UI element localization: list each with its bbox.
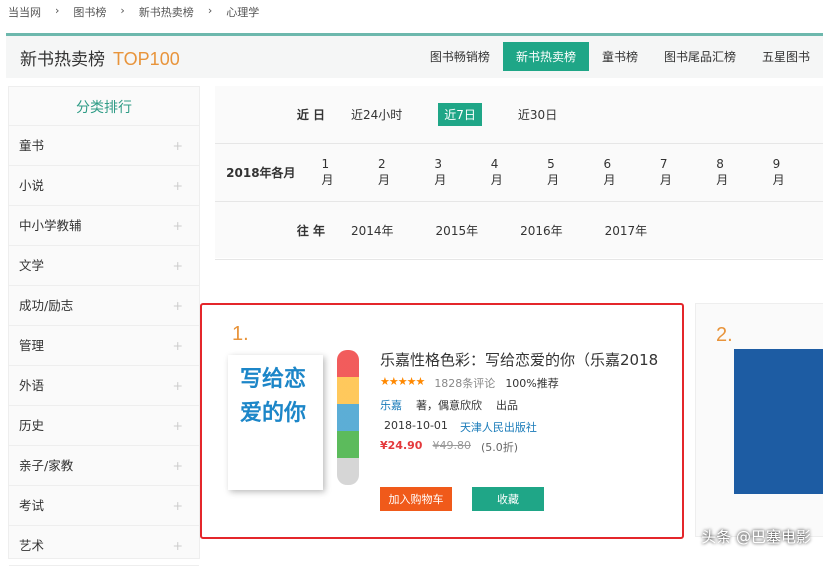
rank-number: 2. — [716, 324, 733, 346]
time-filter: 近 日 近24小时 近7日 近30日 2018年各月 1月 2月 3月 4月 5月 6月 7月 8月 9月… — [215, 86, 823, 260]
tab-new-hot[interactable]: 新书热卖榜 — [502, 42, 589, 71]
price: ¥24.90 — [380, 439, 423, 452]
plus-icon[interactable]: + — [173, 486, 183, 525]
page-title: 新书热卖榜 TOP100 — [20, 49, 180, 70]
book-cover[interactable]: 写给恋爱的你 — [228, 355, 323, 490]
crumb: 心理学 — [226, 6, 260, 19]
filter-option[interactable]: 2月 — [372, 154, 398, 191]
filter-option[interactable]: 近24小时 — [345, 103, 408, 126]
filter-option[interactable]: 5月 — [541, 154, 567, 191]
book-card-2[interactable]: 2. — [695, 303, 823, 537]
filter-option[interactable]: 1月 — [316, 154, 342, 191]
crumb[interactable]: 图书榜 — [73, 4, 106, 20]
tab-bestseller[interactable]: 图书畅销榜 — [417, 42, 503, 71]
filter-option[interactable]: 9月 — [767, 154, 793, 191]
sidebar-item[interactable]: 童书 + — [9, 126, 199, 166]
sidebar-item-label: 成功/励志 — [19, 298, 74, 313]
filter-option[interactable]: 4月 — [485, 154, 511, 191]
book-card-1[interactable]: 1. 写给恋爱的你 乐嘉性格色彩：写给恋爱的你（乐嘉2018 ★★★★★ 182… — [200, 303, 684, 539]
watermark: 头条 @巴塞电影 — [701, 528, 811, 546]
sidebar-item-label: 亲子/家教 — [19, 458, 74, 473]
filter-option[interactable]: 2017年 — [599, 219, 654, 242]
sidebar-item-label: 中小学教辅 — [19, 218, 82, 233]
sidebar-item[interactable]: 文学 + — [9, 246, 199, 286]
favorite-button[interactable]: 收藏 — [472, 487, 544, 511]
sidebar-item[interactable]: 小说 + — [9, 166, 199, 206]
sidebar-item-label: 外语 — [19, 378, 45, 393]
sidebar-item[interactable]: 成功/励志 + — [9, 286, 199, 326]
sidebar-item[interactable]: 外语 + — [9, 366, 199, 406]
sidebar-item[interactable]: 管理 + — [9, 326, 199, 366]
header-bar: 新书热卖榜 TOP100 图书畅销榜 新书热卖榜 童书榜 图书尾品汇榜 五星图书 — [6, 33, 823, 78]
add-to-cart-button[interactable]: 加入购物车 — [380, 487, 452, 511]
review-count[interactable]: 1828条评论 — [434, 375, 495, 391]
filter-label: 近 日 — [296, 108, 325, 122]
plus-icon[interactable]: + — [173, 366, 183, 405]
author-suffix: 著，偶意欣欣 — [416, 399, 482, 412]
sidebar-item[interactable]: 考试 + — [9, 486, 199, 526]
recommend-rate: 100%推荐 — [505, 377, 559, 390]
publisher-link[interactable]: 天津人民出版社 — [460, 419, 537, 435]
tab-tail[interactable]: 图书尾品汇榜 — [651, 42, 749, 71]
plus-icon[interactable]: + — [173, 326, 183, 365]
star-rating-icon: ★★★★★ — [380, 375, 425, 388]
plus-icon[interactable]: + — [173, 526, 183, 565]
tab-children[interactable]: 童书榜 — [589, 42, 651, 71]
sidebar-item[interactable]: 历史 + — [9, 406, 199, 446]
tab-five-star[interactable]: 五星图书 — [749, 42, 823, 71]
color-badges-image — [337, 350, 359, 485]
category-sidebar: 分类排行 童书 + 小说 + 中小学教辅 + 文学 + 成功/励志 + 管理 + 外语 + 历史 + 亲子/家教… — [8, 86, 200, 566]
top100-badge: TOP100 — [113, 49, 180, 69]
author-link[interactable]: 乐嘉 — [380, 397, 402, 413]
filter-row: 往 年 2014年 2015年 2016年 2017年 — [215, 202, 823, 260]
publisher-suffix: 出品 — [496, 399, 518, 412]
filter-option[interactable]: 8月 — [710, 154, 736, 191]
sidebar-item-label: 小说 — [19, 178, 45, 193]
filter-option[interactable]: 2014年 — [345, 219, 400, 242]
sidebar-title: 分类排行 — [9, 87, 199, 126]
original-price: ¥49.80 — [432, 439, 471, 452]
ranking-tabs: 图书畅销榜 新书热卖榜 童书榜 图书尾品汇榜 五星图书 — [417, 42, 823, 71]
sidebar-item-label: 童书 — [19, 138, 45, 153]
filter-option[interactable]: 3月 — [428, 154, 454, 191]
plus-icon[interactable]: + — [173, 286, 183, 325]
sidebar-item[interactable]: 中小学教辅 + — [9, 206, 199, 246]
book-title[interactable]: 乐嘉性格色彩：写给恋爱的你（乐嘉2018 — [380, 349, 658, 370]
discount: (5.0折) — [480, 441, 519, 454]
filter-option[interactable]: 6月 — [598, 154, 624, 191]
sidebar-item-label: 考试 — [19, 498, 45, 513]
sidebar-item-label: 文学 — [19, 258, 45, 273]
sidebar-item[interactable]: 艺术 + — [9, 526, 199, 566]
sidebar-item-label: 历史 — [19, 418, 45, 433]
filter-row: 近 日 近24小时 近7日 近30日 — [215, 86, 823, 144]
filter-label: 往 年 — [296, 224, 325, 238]
plus-icon[interactable]: + — [173, 406, 183, 445]
filter-option[interactable]: 近30日 — [512, 103, 563, 126]
plus-icon[interactable]: + — [173, 446, 183, 485]
sidebar-item-label: 管理 — [19, 338, 45, 353]
publish-date: 2018-10-01 — [384, 419, 448, 432]
filter-option[interactable]: 近7日 — [438, 103, 482, 126]
plus-icon[interactable]: + — [173, 206, 183, 245]
plus-icon[interactable]: + — [173, 246, 183, 285]
book-cover[interactable] — [734, 349, 823, 494]
filter-option[interactable]: 7月 — [654, 154, 680, 191]
sidebar-item[interactable]: 亲子/家教 + — [9, 446, 199, 486]
plus-icon[interactable]: + — [173, 126, 183, 165]
crumb[interactable]: 新书热卖榜 — [139, 4, 194, 20]
crumb[interactable]: 当当网 — [8, 4, 41, 20]
breadcrumb: 当当网 › 图书榜 › 新书热卖榜 › 心理学 — [8, 4, 260, 20]
filter-option[interactable]: 2015年 — [430, 219, 485, 242]
plus-icon[interactable]: + — [173, 166, 183, 205]
filter-row: 2018年各月 1月 2月 3月 4月 5月 6月 7月 8月 9月 — [215, 144, 823, 202]
sidebar-item-label: 艺术 — [19, 538, 45, 553]
filter-label: 2018年各月 — [226, 166, 296, 180]
rank-number: 1. — [232, 323, 249, 345]
filter-option[interactable]: 2016年 — [514, 219, 569, 242]
